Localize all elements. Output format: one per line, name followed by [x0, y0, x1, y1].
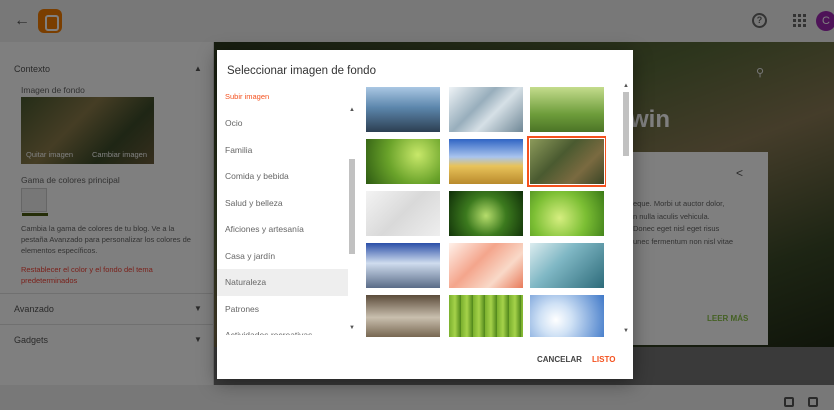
image-tile[interactable] — [449, 139, 523, 184]
category-item-selected[interactable]: Naturaleza — [217, 269, 348, 296]
category-item[interactable]: Familia — [217, 137, 348, 164]
image-tile-selected[interactable] — [527, 136, 606, 187]
category-list: Ocio Familia Comida y bebida Salud y bel… — [217, 110, 348, 335]
image-tile[interactable] — [366, 191, 440, 236]
category-item[interactable]: Casa y jardín — [217, 243, 348, 270]
image-tile[interactable] — [530, 191, 604, 236]
image-tile[interactable] — [530, 295, 604, 337]
scroll-down-icon[interactable]: ▼ — [622, 328, 630, 334]
category-item[interactable]: Aficiones y artesanía — [217, 216, 348, 243]
image-tile[interactable] — [366, 139, 440, 184]
upload-image-link[interactable]: Subir imagen — [225, 92, 269, 101]
category-scrollbar[interactable]: ▲ ▼ — [348, 105, 356, 335]
dialog-title: Seleccionar imagen de fondo — [227, 65, 376, 77]
image-tile[interactable] — [449, 295, 523, 337]
image-grid — [366, 87, 606, 337]
image-grid-scrollbar[interactable]: ▲ ▼ — [622, 83, 630, 336]
image-tile[interactable] — [530, 243, 604, 288]
scroll-down-icon[interactable]: ▼ — [348, 325, 356, 331]
scroll-up-icon[interactable]: ▲ — [622, 83, 630, 89]
image-tile[interactable] — [449, 191, 523, 236]
category-item[interactable]: Salud y belleza — [217, 190, 348, 217]
image-tile[interactable] — [449, 243, 523, 288]
image-tile[interactable] — [366, 243, 440, 288]
image-tile[interactable] — [366, 295, 440, 337]
cancel-button[interactable]: CANCELAR — [537, 355, 582, 364]
category-item[interactable]: Actividades recreativas — [217, 322, 348, 335]
image-tile[interactable] — [530, 87, 604, 132]
scroll-up-icon[interactable]: ▲ — [348, 107, 356, 113]
scrollbar-thumb[interactable] — [623, 92, 629, 156]
background-image-dialog: Seleccionar imagen de fondo Subir imagen… — [217, 50, 633, 379]
category-item[interactable]: Patrones — [217, 296, 348, 323]
image-tile[interactable] — [366, 87, 440, 132]
done-button[interactable]: LISTO — [592, 355, 615, 364]
scrollbar-thumb[interactable] — [349, 159, 355, 254]
image-tile[interactable] — [449, 87, 523, 132]
category-item[interactable]: Comida y bebida — [217, 163, 348, 190]
category-item[interactable]: Ocio — [217, 110, 348, 137]
